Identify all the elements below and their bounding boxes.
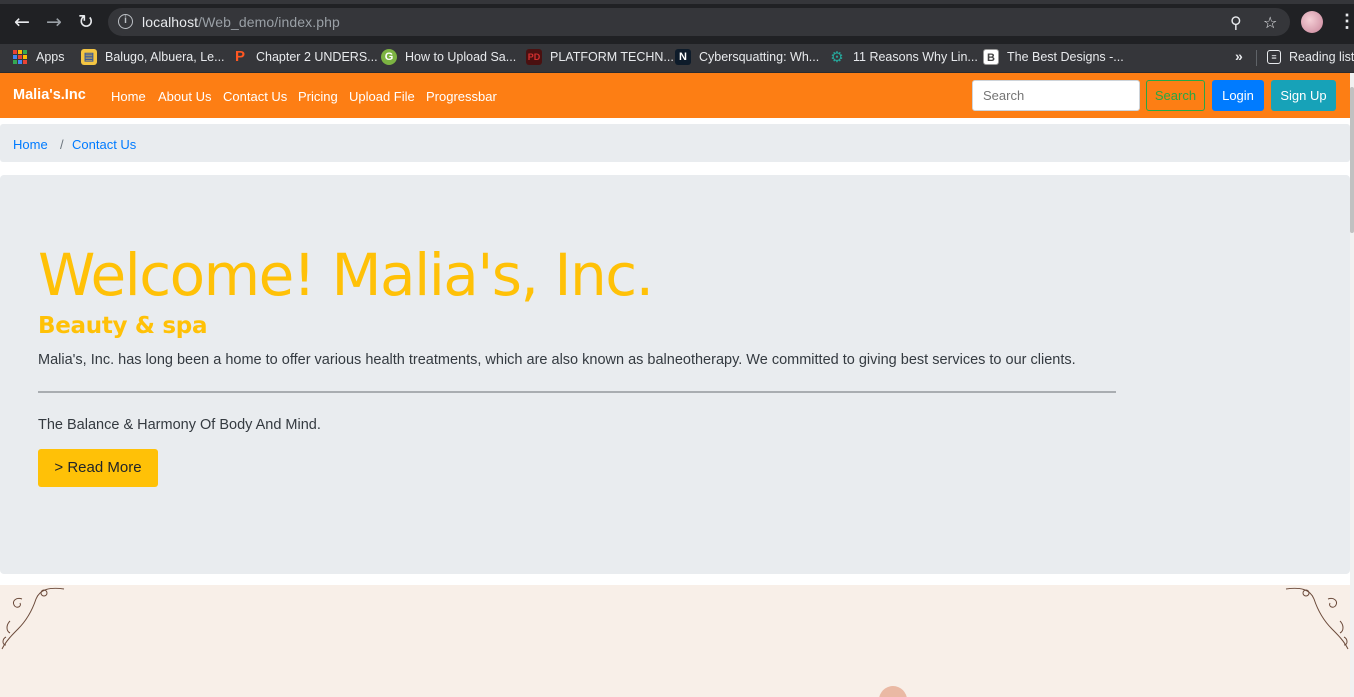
hero-tagline: The Balance & Harmony Of Body And Mind. [38,417,321,433]
n-logo-icon: N [675,49,691,65]
nav-link-progressbar[interactable]: Progressbar [426,89,497,104]
hero-title: Welcome! Malia's, Inc. [38,241,654,309]
nav-link-about[interactable]: About Us [158,89,211,104]
site-navbar: Malia's.Inc Home About Us Contact Us Pri… [0,73,1350,118]
bookmark-label: Apps [36,50,65,64]
bookmark-item[interactable]: G How to Upload Sa... [381,47,516,67]
breadcrumb-contact[interactable]: Contact Us [72,137,136,152]
bookmark-apps[interactable]: Apps [13,47,65,67]
address-url[interactable]: localhost/Web_demo/index.php [142,14,340,30]
decorative-circle [879,686,907,697]
browser-toolbar: ← → ↻ i localhost/Web_demo/index.php ⚲ ☆… [0,0,1354,44]
nav-link-upload[interactable]: Upload File [349,89,415,104]
login-button[interactable]: Login [1212,80,1264,111]
bookmark-item[interactable]: B The Best Designs -... [983,47,1124,67]
brand-logo[interactable]: Malia's.Inc [13,87,86,103]
bookmark-item[interactable]: N Cybersquatting: Wh... [675,47,819,67]
web-page: Malia's.Inc Home About Us Contact Us Pri… [0,73,1350,697]
nav-link-pricing[interactable]: Pricing [298,89,338,104]
url-path: /Web_demo/index.php [198,14,340,30]
scrollbar-thumb[interactable] [1350,87,1354,233]
profile-avatar[interactable] [1301,11,1323,33]
gear-logo-icon: ⚙ [830,48,844,66]
bookmark-item[interactable]: PD PLATFORM TECHN... [526,47,674,67]
address-bar[interactable]: i localhost/Web_demo/index.php ⚲ ☆ [108,8,1290,36]
spa-section [0,585,1350,697]
floral-ornament-left-icon [1,587,65,650]
reading-list-label: Reading list [1289,50,1354,64]
nav-link-home[interactable]: Home [111,89,146,104]
nav-link-contact[interactable]: Contact Us [223,89,287,104]
bookmark-label: The Best Designs -... [1007,50,1124,64]
hero-jumbotron: Welcome! Malia's, Inc. Beauty & spa Mali… [0,175,1350,574]
reading-list-icon: ≡ [1267,50,1281,64]
breadcrumb-separator: / [60,137,64,152]
more-bookmarks-icon[interactable]: » [1235,48,1243,64]
reading-list-button[interactable]: ≡ Reading list [1267,47,1354,67]
bookmark-label: Cybersquatting: Wh... [699,50,820,64]
back-arrow-icon[interactable]: ← [11,11,33,33]
tab-strip [0,0,1354,4]
p-logo-icon: P [234,48,245,65]
hero-subtitle: Beauty & spa [38,313,208,339]
search-button[interactable]: Search [1146,80,1205,111]
building-icon: ▤ [81,49,97,65]
search-input[interactable] [972,80,1140,111]
pd-logo-icon: PD [526,49,542,65]
bookmarks-bar: Apps ▤ Balugo, Albuera, Le... P Chapter … [0,44,1354,73]
b-logo-icon: B [983,49,999,65]
zoom-icon[interactable]: ⚲ [1230,13,1242,32]
green-logo-icon: G [381,49,397,65]
breadcrumb: Home / Contact Us [0,124,1350,162]
hero-divider [38,391,1116,393]
bookmark-item[interactable]: ▤ Balugo, Albuera, Le... [81,47,225,67]
bookmark-label: 11 Reasons Why Lin... [853,50,978,64]
bookmark-label: Balugo, Albuera, Le... [105,50,225,64]
forward-arrow-icon[interactable]: → [43,11,65,33]
bookmark-item[interactable]: P Chapter 2 UNDERS... [232,47,378,67]
bookmark-divider [1256,50,1257,66]
breadcrumb-home[interactable]: Home [13,137,48,152]
read-more-button[interactable]: > Read More [38,449,158,487]
hero-lead: Malia's, Inc. has long been a home to of… [38,352,1076,368]
bookmark-item[interactable]: ⚙ 11 Reasons Why Lin... [829,47,978,67]
reload-icon[interactable]: ↻ [75,11,97,33]
signup-button[interactable]: Sign Up [1271,80,1336,111]
bookmark-label: PLATFORM TECHN... [550,50,674,64]
url-host: localhost [142,14,199,30]
page-scrollbar[interactable] [1350,73,1354,697]
bookmark-label: How to Upload Sa... [405,50,517,64]
browser-menu-icon[interactable]: ⋮ [1338,10,1354,32]
bookmark-star-icon[interactable]: ☆ [1263,13,1277,32]
floral-ornament-right-icon [1285,587,1349,650]
site-info-icon[interactable]: i [118,14,133,29]
bookmark-label: Chapter 2 UNDERS... [256,50,378,64]
apps-grid-icon [13,50,27,64]
